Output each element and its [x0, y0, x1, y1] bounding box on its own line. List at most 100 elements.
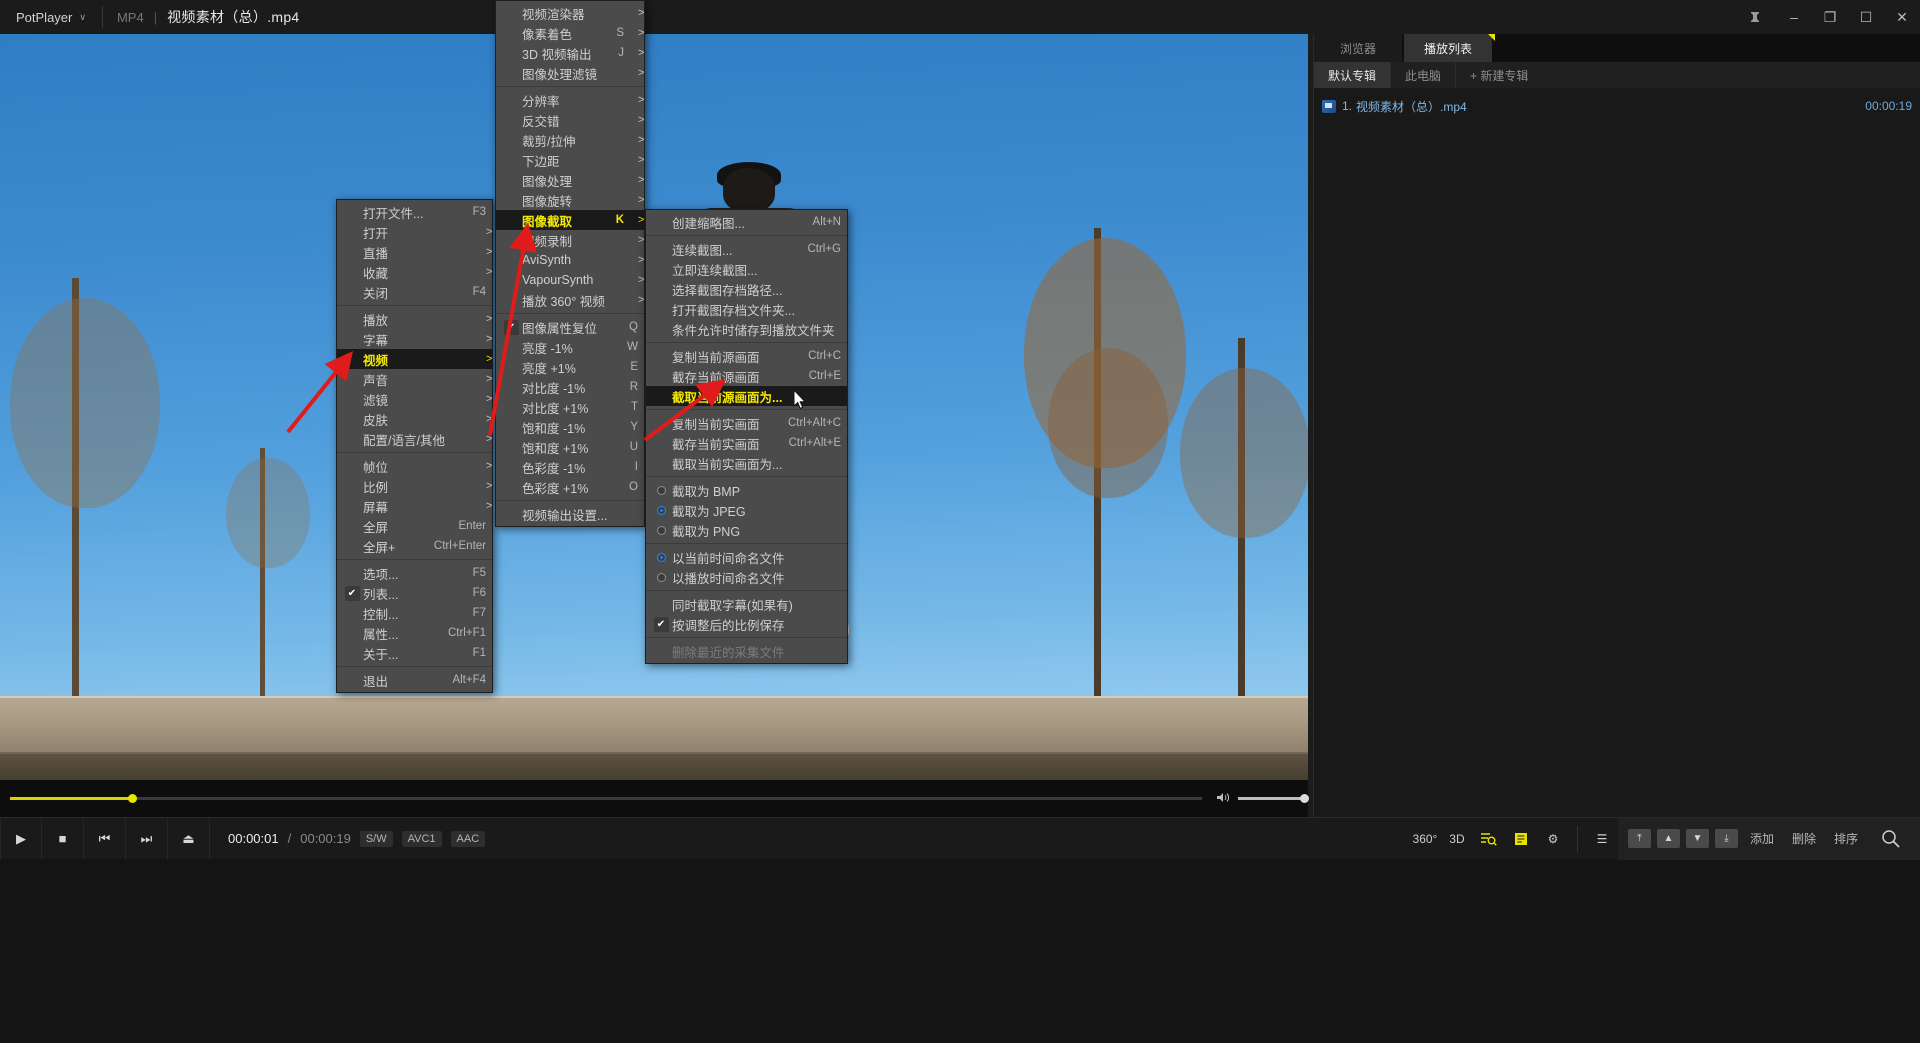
main-context-menu[interactable]: 打开文件... F3 打开 > 直播 > 收藏 > 关闭 F4 播放 > 字幕 > 视频 > 声音 > 滤镜 > 皮肤 >…: [336, 199, 493, 693]
menu-item-皮肤[interactable]: 皮肤 >: [337, 409, 492, 429]
play-button[interactable]: ▶: [0, 817, 42, 860]
menu-item-退出[interactable]: 退出 Alt+F4: [337, 670, 492, 690]
menu-item-图像处理[interactable]: 图像处理 >: [496, 170, 644, 190]
seek-slider[interactable]: [10, 794, 1203, 803]
move-up-button[interactable]: ▲: [1656, 829, 1680, 848]
menu-item-滤镜[interactable]: 滤镜 >: [337, 389, 492, 409]
menu-item-截取当前实画面为-[interactable]: 截取当前实画面为...: [646, 453, 847, 473]
menu-item-帧位[interactable]: 帧位 >: [337, 456, 492, 476]
menu-item-下边距[interactable]: 下边距 >: [496, 150, 644, 170]
move-top-button[interactable]: ⤒: [1627, 829, 1651, 848]
menu-item-收藏[interactable]: 收藏 >: [337, 262, 492, 282]
menu-item-属性-[interactable]: 属性... Ctrl+F1: [337, 623, 492, 643]
move-down-button[interactable]: ▼: [1685, 829, 1709, 848]
video-submenu[interactable]: 视频渲染器 > 像素着色 S >3D 视频输出 J > 图像处理滤镜 > 分辨率 > 反交错 > 裁剪/拉…: [495, 0, 645, 527]
menu-item-控制-[interactable]: 控制... F7: [337, 603, 492, 623]
menu-item-3D-视频输出[interactable]: 3D 视频输出 J >: [496, 43, 644, 63]
menu-item-VapourSynth[interactable]: VapourSynth >: [496, 270, 644, 290]
menu-item-声音[interactable]: 声音 >: [337, 369, 492, 389]
menu-item-全屏-[interactable]: 全屏+ Ctrl+Enter: [337, 536, 492, 556]
maximize-button[interactable]: ☐: [1848, 0, 1884, 34]
pin-icon[interactable]: [1734, 0, 1776, 34]
menu-item-截取为-BMP[interactable]: 截取为 BMP: [646, 480, 847, 500]
menu-item-条件允许时储存到播放文件夹[interactable]: 条件允许时储存到播放文件夹: [646, 319, 847, 339]
seek-handle[interactable]: [128, 794, 137, 803]
app-menu-button[interactable]: PotPlayer ∨: [0, 0, 102, 34]
move-bottom-button[interactable]: ⤓: [1714, 829, 1738, 848]
menu-item-选项-[interactable]: 选项... F5: [337, 563, 492, 583]
menu-item-视频[interactable]: 视频 >: [337, 349, 492, 369]
menu-item-打开文件-[interactable]: 打开文件... F3: [337, 202, 492, 222]
menu-item-图像截取[interactable]: 图像截取 K >: [496, 210, 644, 230]
menu-item-选择截图存档路径-[interactable]: 选择截图存档路径...: [646, 279, 847, 299]
volume-handle[interactable]: [1300, 794, 1310, 803]
subtab-this-pc[interactable]: 此电脑: [1390, 62, 1455, 88]
menu-item-饱和度-1-[interactable]: 饱和度 +1% U: [496, 437, 644, 457]
delete-button[interactable]: 删除: [1786, 830, 1822, 847]
menu-item-截取当前源画面为-[interactable]: 截取当前源画面为...: [646, 386, 847, 406]
menu-item-饱和度-1-[interactable]: 饱和度 -1% Y: [496, 417, 644, 437]
menu-item-以播放时间命名文件[interactable]: 以播放时间命名文件: [646, 567, 847, 587]
menu-item-裁剪-拉伸[interactable]: 裁剪/拉伸 >: [496, 130, 644, 150]
menu-item-同时截取字幕-如果有-[interactable]: 同时截取字幕(如果有): [646, 594, 847, 614]
menu-item-截取为-JPEG[interactable]: 截取为 JPEG: [646, 500, 847, 520]
subtab-new-album[interactable]: + 新建专辑: [1455, 62, 1542, 88]
menu-item-创建缩略图-[interactable]: 创建缩略图... Alt+N: [646, 212, 847, 232]
menu-item-AviSynth[interactable]: AviSynth >: [496, 250, 644, 270]
menu-item-播放[interactable]: 播放 >: [337, 309, 492, 329]
menu-item-视频渲染器[interactable]: 视频渲染器 >: [496, 3, 644, 23]
speaker-icon[interactable]: [1216, 791, 1231, 807]
menu-item-连续截图-[interactable]: 连续截图... Ctrl+G: [646, 239, 847, 259]
sort-button[interactable]: 排序: [1828, 830, 1864, 847]
menu-item-截取为-PNG[interactable]: 截取为 PNG: [646, 520, 847, 540]
menu-item-对比度-1-[interactable]: 对比度 -1% R: [496, 377, 644, 397]
menu-item-图像旋转[interactable]: 图像旋转 >: [496, 190, 644, 210]
menu-item-亮度-1-[interactable]: 亮度 -1% W: [496, 337, 644, 357]
menu-item-视频录制[interactable]: 视频录制 >: [496, 230, 644, 250]
menu-item-配置-语言-其他[interactable]: 配置/语言/其他 >: [337, 429, 492, 449]
menu-item-屏幕[interactable]: 屏幕 >: [337, 496, 492, 516]
close-button[interactable]: ✕: [1884, 0, 1920, 34]
menu-item-分辨率[interactable]: 分辨率 >: [496, 90, 644, 110]
menu-item-打开[interactable]: 打开 >: [337, 222, 492, 242]
menu-item-反交错[interactable]: 反交错 >: [496, 110, 644, 130]
menu-item-按调整后的比例保存[interactable]: ✔ 按调整后的比例保存: [646, 614, 847, 634]
menu-item-打开截图存档文件夹-[interactable]: 打开截图存档文件夹...: [646, 299, 847, 319]
menu-item-截存当前源画面[interactable]: 截存当前源画面 Ctrl+E: [646, 366, 847, 386]
menu-item-复制当前实画面[interactable]: 复制当前实画面 Ctrl+Alt+C: [646, 413, 847, 433]
menu-item-对比度-1-[interactable]: 对比度 +1% T: [496, 397, 644, 417]
3d-icon[interactable]: 3D: [1441, 818, 1473, 860]
stop-button[interactable]: ■: [42, 817, 84, 860]
menu-icon[interactable]: ☰: [1586, 818, 1618, 860]
gear-icon[interactable]: ⚙: [1537, 818, 1569, 860]
menu-item-比例[interactable]: 比例 >: [337, 476, 492, 496]
previous-button[interactable]: ⏮: [84, 817, 126, 860]
minimize-button[interactable]: –: [1776, 0, 1812, 34]
menu-item-截存当前实画面[interactable]: 截存当前实画面 Ctrl+Alt+E: [646, 433, 847, 453]
menu-item-像素着色[interactable]: 像素着色 S >: [496, 23, 644, 43]
restore-button[interactable]: ❐: [1812, 0, 1848, 34]
tab-browser[interactable]: 浏览器: [1314, 34, 1402, 62]
menu-item-图像属性复位[interactable]: ✔ 图像属性复位 Q: [496, 317, 644, 337]
menu-item-以当前时间命名文件[interactable]: 以当前时间命名文件: [646, 547, 847, 567]
menu-item-字幕[interactable]: 字幕 >: [337, 329, 492, 349]
menu-item-立即连续截图-[interactable]: 立即连续截图...: [646, 259, 847, 279]
menu-item-图像处理滤镜[interactable]: 图像处理滤镜 >: [496, 63, 644, 83]
menu-item-关闭[interactable]: 关闭 F4: [337, 282, 492, 302]
menu-item-全屏[interactable]: 全屏 Enter: [337, 516, 492, 536]
volume-slider[interactable]: [1238, 794, 1310, 803]
search-icon[interactable]: [1870, 818, 1910, 860]
next-button[interactable]: ⏭: [126, 817, 168, 860]
list-item[interactable]: 1. 视频素材（总）.mp4 00:00:19: [1314, 94, 1920, 118]
add-button[interactable]: 添加: [1744, 830, 1780, 847]
menu-item-关于-[interactable]: 关于... F1: [337, 643, 492, 663]
eject-button[interactable]: ⏏: [168, 817, 210, 860]
menu-item-亮度-1-[interactable]: 亮度 +1% E: [496, 357, 644, 377]
menu-item-色彩度-1-[interactable]: 色彩度 -1% I: [496, 457, 644, 477]
menu-item-直播[interactable]: 直播 >: [337, 242, 492, 262]
image-capture-submenu[interactable]: 创建缩略图... Alt+N 连续截图... Ctrl+G 立即连续截图... 选择截图存…: [645, 209, 848, 664]
menu-item-色彩度-1-[interactable]: 色彩度 +1% O: [496, 477, 644, 497]
menu-item-列表-[interactable]: ✔ 列表... F6: [337, 583, 492, 603]
menu-item-播放-360-视频[interactable]: 播放 360° 视频 >: [496, 290, 644, 310]
playlist-icon[interactable]: [1505, 818, 1537, 860]
